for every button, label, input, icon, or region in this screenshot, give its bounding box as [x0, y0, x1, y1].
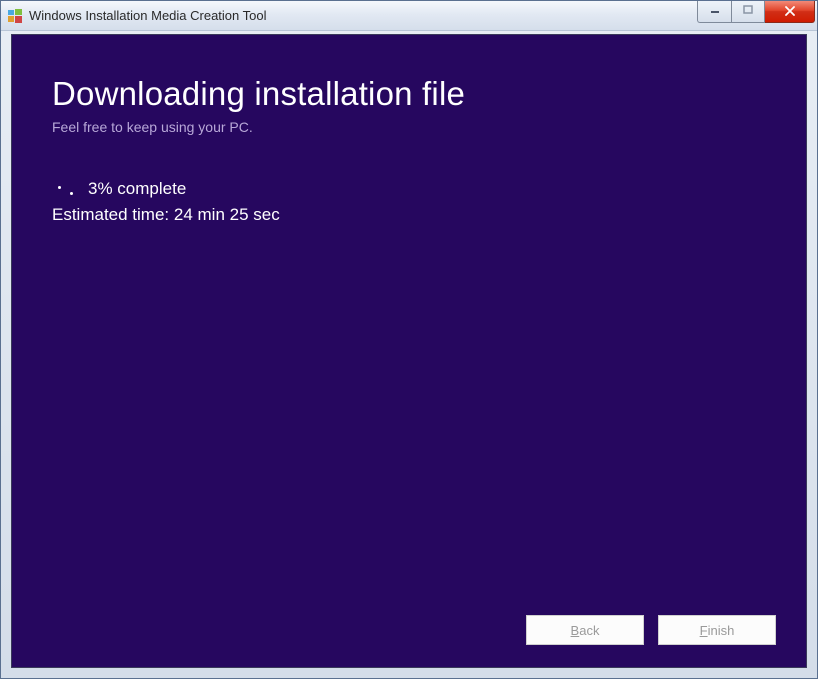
- app-window: Windows Installation Media Creation Tool: [0, 0, 818, 679]
- maximize-icon: [743, 5, 753, 18]
- back-button[interactable]: Back: [526, 615, 644, 645]
- page-subheading: Feel free to keep using your PC.: [52, 119, 766, 135]
- close-button[interactable]: [765, 1, 815, 23]
- app-icon: [7, 8, 23, 24]
- wizard-content: Downloading installation file Feel free …: [11, 34, 807, 668]
- wizard-buttons: Back Finish: [526, 615, 776, 645]
- page-heading: Downloading installation file: [52, 75, 766, 113]
- minimize-icon: [710, 5, 720, 18]
- progress-percent: 3% complete: [88, 179, 186, 199]
- estimated-time: Estimated time: 24 min 25 sec: [52, 205, 766, 225]
- titlebar[interactable]: Windows Installation Media Creation Tool: [1, 1, 817, 31]
- finish-button[interactable]: Finish: [658, 615, 776, 645]
- window-controls: [697, 1, 815, 23]
- maximize-button[interactable]: [731, 1, 765, 23]
- spinner-icon: [52, 181, 82, 197]
- close-icon: [784, 5, 796, 19]
- minimize-button[interactable]: [697, 1, 731, 23]
- progress-row: 3% complete: [52, 179, 766, 199]
